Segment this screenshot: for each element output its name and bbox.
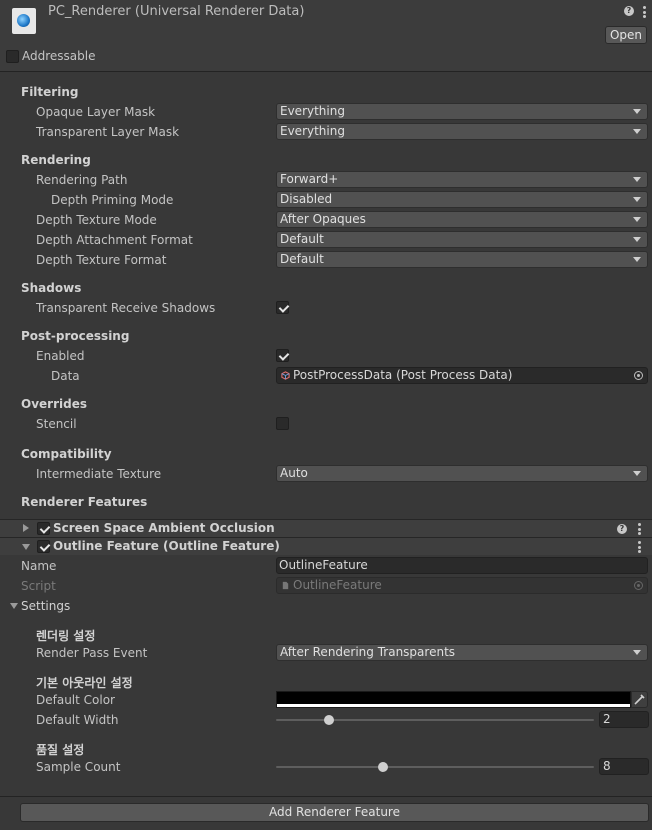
- sample-count-slider-track[interactable]: [276, 766, 594, 768]
- object-picker-icon: [634, 581, 643, 590]
- eyedropper-glyph-icon: [634, 694, 645, 705]
- features-divider: [0, 796, 652, 797]
- postprocessing-data-label: Data: [51, 369, 80, 383]
- ssao-feature-title: Screen Space Ambient Occlusion: [53, 521, 275, 535]
- more-options-icon[interactable]: [643, 6, 647, 18]
- eyedropper-icon[interactable]: [631, 691, 648, 708]
- depth-priming-value: Disabled: [280, 192, 333, 206]
- render-pass-event-dropdown[interactable]: After Rendering Transparents: [276, 644, 648, 661]
- rendering-path-value: Forward+: [280, 172, 339, 186]
- help-icon[interactable]: ?: [624, 6, 634, 16]
- settings-foldout-arrow-icon[interactable]: [10, 603, 18, 609]
- outline-settings-group-title: 기본 아웃라인 설정: [36, 676, 133, 690]
- transparent-layer-mask-value: Everything: [280, 124, 345, 138]
- feature-name-label: Name: [21, 559, 57, 573]
- transparent-receive-shadows-checkbox[interactable]: [276, 301, 289, 314]
- object-picker-icon[interactable]: [634, 371, 643, 380]
- dropdown-arrow-icon: [633, 237, 641, 242]
- ssao-enabled-checkbox[interactable]: [37, 522, 50, 535]
- dropdown-arrow-icon: [633, 650, 641, 655]
- sample-count-label: Sample Count: [36, 760, 121, 774]
- feature-name-input[interactable]: OutlineFeature: [276, 557, 648, 574]
- dropdown-arrow-icon: [633, 257, 641, 262]
- filtering-section-title: Filtering: [21, 85, 79, 99]
- more-options-icon[interactable]: [638, 541, 642, 553]
- scriptable-object-icon: [281, 371, 290, 380]
- transparent-receive-shadows-label: Transparent Receive Shadows: [36, 301, 216, 315]
- settings-foldout-label[interactable]: Settings: [21, 599, 70, 613]
- depth-texture-format-label: Depth Texture Format: [36, 253, 167, 267]
- intermediate-texture-label: Intermediate Texture: [36, 467, 162, 481]
- depth-attachment-format-dropdown[interactable]: Default: [276, 231, 648, 248]
- depth-attachment-format-label: Depth Attachment Format: [36, 233, 193, 247]
- open-button[interactable]: Open: [605, 26, 647, 44]
- add-renderer-feature-button[interactable]: Add Renderer Feature: [20, 803, 649, 822]
- default-color-swatch[interactable]: [276, 691, 631, 708]
- postprocessing-enabled-label: Enabled: [36, 349, 85, 363]
- overrides-section-title: Overrides: [21, 397, 87, 411]
- ssao-feature-header[interactable]: Screen Space Ambient Occlusion ?: [0, 519, 652, 537]
- depth-priming-dropdown[interactable]: Disabled: [276, 191, 648, 208]
- intermediate-texture-dropdown[interactable]: Auto: [276, 465, 648, 482]
- outline-feature-header[interactable]: Outline Feature (Outline Feature): [0, 537, 652, 555]
- rendering-path-label: Rendering Path: [36, 173, 128, 187]
- dropdown-arrow-icon: [633, 129, 641, 134]
- outline-enabled-checkbox[interactable]: [37, 540, 50, 553]
- opaque-layer-mask-dropdown[interactable]: Everything: [276, 103, 648, 120]
- depth-texture-format-value: Default: [280, 252, 324, 266]
- inspector-header: PC_Renderer (Universal Renderer Data) ? …: [0, 0, 652, 72]
- default-width-slider-thumb[interactable]: [324, 715, 334, 725]
- script-value: OutlineFeature: [293, 578, 382, 592]
- help-icon[interactable]: ?: [617, 524, 627, 534]
- default-color-label: Default Color: [36, 693, 115, 707]
- dropdown-arrow-icon: [633, 177, 641, 182]
- depth-texture-format-dropdown[interactable]: Default: [276, 251, 648, 268]
- postprocessing-data-field[interactable]: PostProcessData (Post Process Data): [276, 367, 648, 384]
- quality-settings-group-title: 품질 설정: [36, 743, 85, 757]
- depth-texture-mode-value: After Opaques: [280, 212, 366, 226]
- intermediate-texture-value: Auto: [280, 466, 308, 480]
- render-pass-event-label: Render Pass Event: [36, 646, 148, 660]
- sample-count-input[interactable]: 8: [599, 758, 649, 775]
- rendering-section-title: Rendering: [21, 153, 91, 167]
- outline-feature-title: Outline Feature (Outline Feature): [53, 539, 280, 553]
- depth-attachment-format-value: Default: [280, 232, 324, 246]
- postprocessing-enabled-checkbox[interactable]: [276, 349, 289, 362]
- shadows-section-title: Shadows: [21, 281, 82, 295]
- script-file-icon: [282, 581, 289, 590]
- postprocessing-section-title: Post-processing: [21, 329, 130, 343]
- dropdown-arrow-icon: [633, 217, 641, 222]
- script-field: OutlineFeature: [276, 577, 648, 594]
- renderer-asset-icon: [12, 8, 36, 34]
- render-pass-event-value: After Rendering Transparents: [280, 645, 456, 659]
- render-settings-group-title: 렌더링 설정: [36, 629, 96, 643]
- script-label: Script: [21, 579, 56, 593]
- stencil-checkbox[interactable]: [276, 417, 289, 430]
- addressable-label: Addressable: [22, 49, 96, 63]
- dropdown-arrow-icon: [633, 471, 641, 476]
- transparent-layer-mask-label: Transparent Layer Mask: [36, 125, 180, 139]
- default-width-input[interactable]: 2: [599, 711, 649, 728]
- depth-priming-label: Depth Priming Mode: [51, 193, 174, 207]
- transparent-layer-mask-dropdown[interactable]: Everything: [276, 123, 648, 140]
- stencil-label: Stencil: [36, 417, 77, 431]
- expand-arrow-icon[interactable]: [23, 524, 29, 532]
- collapse-arrow-icon[interactable]: [22, 544, 30, 550]
- depth-texture-mode-dropdown[interactable]: After Opaques: [276, 211, 648, 228]
- compatibility-section-title: Compatibility: [21, 447, 112, 461]
- depth-texture-mode-label: Depth Texture Mode: [36, 213, 157, 227]
- postprocessing-data-value: PostProcessData (Post Process Data): [293, 368, 513, 382]
- more-options-icon[interactable]: [638, 523, 642, 535]
- asset-title: PC_Renderer (Universal Renderer Data): [48, 4, 305, 19]
- sample-count-slider-thumb[interactable]: [378, 762, 388, 772]
- dropdown-arrow-icon: [633, 197, 641, 202]
- renderer-features-section-title: Renderer Features: [21, 495, 148, 509]
- default-width-label: Default Width: [36, 713, 119, 727]
- opaque-layer-mask-label: Opaque Layer Mask: [36, 105, 156, 119]
- addressable-checkbox[interactable]: [6, 50, 19, 63]
- dropdown-arrow-icon: [633, 109, 641, 114]
- rendering-path-dropdown[interactable]: Forward+: [276, 171, 648, 188]
- opaque-layer-mask-value: Everything: [280, 104, 345, 118]
